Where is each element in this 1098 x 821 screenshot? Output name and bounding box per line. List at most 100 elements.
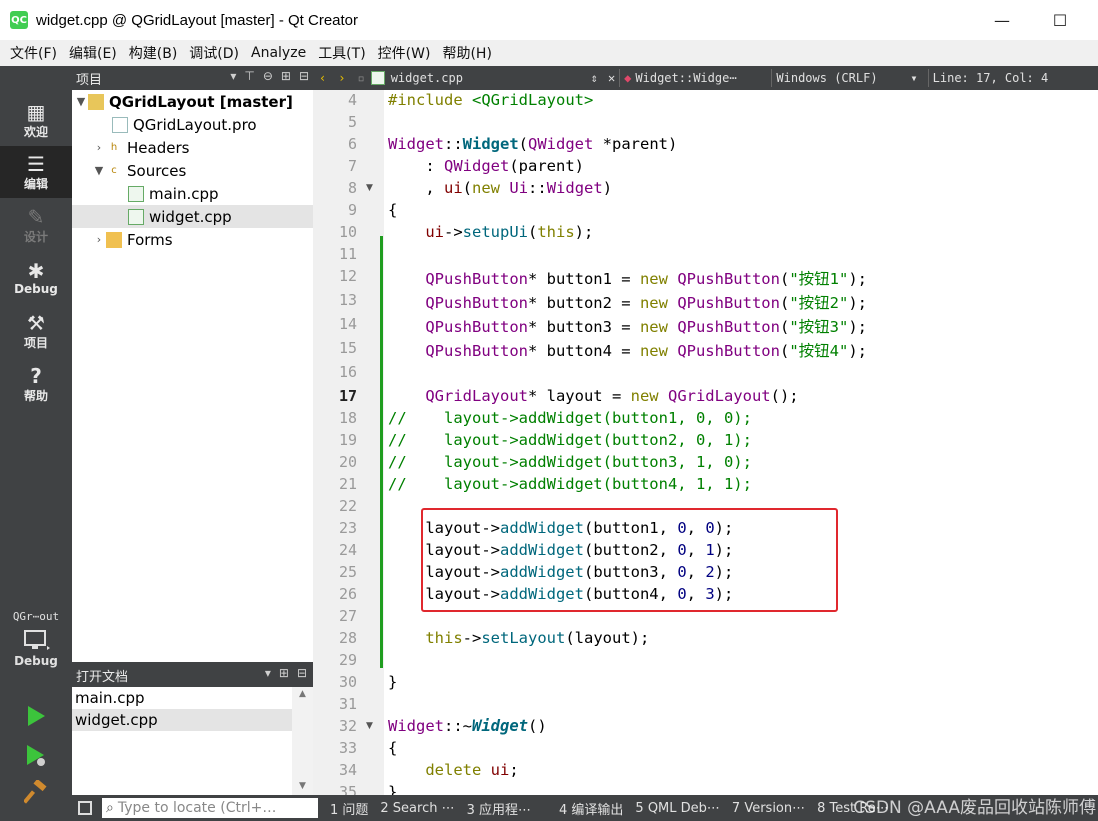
menu-debug[interactable]: 调试(D) bbox=[183, 43, 245, 63]
code-line[interactable]: // layout->addWidget(button4, 1, 1); bbox=[388, 475, 752, 493]
run-button[interactable] bbox=[22, 702, 50, 730]
dropdown-arrow-icon[interactable]: ▾ bbox=[265, 666, 271, 680]
code-line[interactable]: // layout->addWidget(button1, 0, 0); bbox=[388, 409, 752, 427]
output-tab-version-control[interactable]: 7 Version⋯ bbox=[732, 801, 805, 816]
code-line[interactable]: delete ui; bbox=[388, 761, 518, 779]
scroll-up-icon[interactable]: ▲ bbox=[292, 689, 313, 699]
symbol-selector[interactable]: Widget::Widge⋯ bbox=[635, 71, 767, 85]
menu-edit[interactable]: 编辑(E) bbox=[63, 43, 123, 63]
line-number: 22 bbox=[338, 497, 357, 515]
line-number: 7 bbox=[347, 157, 357, 175]
kit-selector[interactable]: Debug bbox=[0, 628, 72, 688]
chevron-down-icon[interactable]: ▼ bbox=[74, 95, 88, 108]
fold-marker-icon[interactable]: ▼ bbox=[366, 721, 373, 731]
code-line[interactable]: : QWidget(parent) bbox=[388, 157, 584, 175]
tree-item-main-cpp[interactable]: main.cpp bbox=[72, 182, 313, 205]
tree-item-project[interactable]: ▼ QGridLayout [master] bbox=[72, 90, 313, 113]
code-line[interactable]: QPushButton* button4 = new QPushButton("… bbox=[388, 339, 867, 361]
source-folder-icon: c bbox=[111, 165, 117, 176]
line-number: 23 bbox=[338, 519, 357, 537]
code-line[interactable]: QPushButton* button2 = new QPushButton("… bbox=[388, 291, 867, 313]
qt-creator-logo-icon: QC bbox=[10, 11, 28, 29]
menu-analyze[interactable]: Analyze bbox=[245, 45, 312, 61]
mode-edit[interactable]: ☰ 编辑 bbox=[0, 146, 72, 198]
filter-icon[interactable]: ⊤ bbox=[244, 69, 254, 83]
code-line[interactable]: QPushButton* button1 = new QPushButton("… bbox=[388, 267, 867, 289]
tree-item-widget-cpp[interactable]: widget.cpp bbox=[72, 205, 313, 228]
line-number: 32 bbox=[338, 717, 357, 735]
code-editor[interactable]: #include <QGridLayout>Widget::Widget(QWi… bbox=[384, 90, 1098, 795]
output-tab-issues[interactable]: 1 问题 bbox=[330, 799, 368, 818]
code-line[interactable]: #include <QGridLayout> bbox=[388, 91, 593, 109]
tree-item-sources[interactable]: ▼ c Sources bbox=[72, 159, 313, 182]
window-title: widget.cpp @ QGridLayout [master] - Qt C… bbox=[36, 11, 359, 29]
toggle-sidebar-icon[interactable] bbox=[78, 801, 92, 815]
menu-help[interactable]: 帮助(H) bbox=[436, 43, 497, 63]
chevron-down-icon[interactable]: ▾ bbox=[910, 71, 917, 85]
mode-design[interactable]: ✎ 设计 bbox=[0, 199, 72, 251]
output-tab-app-output[interactable]: 3 应用程⋯ bbox=[467, 799, 531, 818]
chevron-right-icon[interactable]: › bbox=[92, 141, 106, 154]
tree-item-pro-file[interactable]: QGridLayout.pro bbox=[72, 113, 313, 136]
encoding-selector[interactable]: Windows (CRLF) bbox=[776, 71, 910, 85]
debug-run-button[interactable] bbox=[22, 742, 50, 770]
output-tab-qml-debug[interactable]: 5 QML Deb⋯ bbox=[635, 801, 720, 816]
open-doc-widget-cpp[interactable]: widget.cpp bbox=[72, 709, 292, 731]
line-number: 34 bbox=[338, 761, 357, 779]
code-line[interactable]: ui->setupUi(this); bbox=[388, 223, 593, 241]
line-number: 13 bbox=[338, 291, 357, 309]
open-doc-main-cpp[interactable]: main.cpp bbox=[72, 687, 292, 709]
code-line[interactable]: Widget::~Widget() bbox=[388, 717, 547, 735]
forms-folder-icon bbox=[106, 231, 122, 248]
code-line[interactable]: { bbox=[388, 201, 397, 219]
code-line[interactable]: QGridLayout* layout = new QGridLayout(); bbox=[388, 387, 798, 405]
code-line[interactable]: // layout->addWidget(button3, 1, 0); bbox=[388, 453, 752, 471]
tree-item-headers[interactable]: › h Headers bbox=[72, 136, 313, 159]
build-button[interactable] bbox=[22, 778, 50, 806]
forward-arrow-icon[interactable]: › bbox=[338, 71, 345, 85]
chevron-right-icon[interactable]: › bbox=[92, 233, 106, 246]
minimize-button[interactable]: — bbox=[990, 8, 1014, 32]
code-line[interactable]: } bbox=[388, 673, 397, 691]
line-number: 19 bbox=[338, 431, 357, 449]
cpp-file-icon bbox=[370, 71, 385, 85]
close-panel-icon[interactable]: ⊟ bbox=[299, 69, 309, 83]
close-file-icon[interactable]: ✕ bbox=[608, 71, 615, 85]
code-line[interactable]: } bbox=[388, 783, 397, 795]
scroll-down-icon[interactable]: ▼ bbox=[292, 781, 313, 791]
open-documents-scrollbar[interactable]: ▲ ▼ bbox=[292, 687, 313, 795]
menu-file[interactable]: 文件(F) bbox=[4, 43, 63, 63]
close-panel-icon[interactable]: ⊟ bbox=[297, 666, 307, 680]
code-line[interactable]: // layout->addWidget(button2, 0, 1); bbox=[388, 431, 752, 449]
code-line[interactable]: this->setLayout(layout); bbox=[388, 629, 649, 647]
mode-debug[interactable]: ✱ Debug bbox=[0, 252, 72, 304]
locator-input[interactable]: ⌕ Type to locate (Ctrl+… bbox=[102, 798, 318, 818]
maximize-button[interactable]: ☐ bbox=[1048, 8, 1072, 32]
highlight-annotation-box bbox=[421, 508, 838, 612]
menu-widgets[interactable]: 控件(W) bbox=[372, 43, 437, 63]
mode-welcome[interactable]: ▦ 欢迎 bbox=[0, 94, 72, 146]
code-line[interactable]: , ui(new Ui::Widget) bbox=[388, 179, 612, 197]
open-documents-header: 打开文档 ▾ ⊞ ⊟ bbox=[72, 663, 313, 687]
project-folder-icon bbox=[88, 93, 104, 110]
link-icon[interactable]: ⊖ bbox=[263, 69, 273, 83]
file-dropdown-icon[interactable]: ⇕ bbox=[591, 71, 598, 85]
menu-build[interactable]: 构建(B) bbox=[123, 43, 184, 63]
output-tab-search[interactable]: 2 Search ⋯ bbox=[380, 801, 454, 816]
output-tab-compile[interactable]: 4 编译输出 bbox=[559, 799, 623, 818]
bug-icon: ✱ bbox=[27, 259, 45, 283]
code-line[interactable]: QPushButton* button3 = new QPushButton("… bbox=[388, 315, 867, 337]
chevron-down-icon[interactable]: ▼ bbox=[92, 164, 106, 177]
mode-projects[interactable]: ⚒ 项目 bbox=[0, 305, 72, 357]
code-line[interactable]: Widget::Widget(QWidget *parent) bbox=[388, 135, 677, 153]
menu-tools[interactable]: 工具(T) bbox=[312, 43, 371, 63]
split-icon[interactable]: ⊞ bbox=[279, 666, 289, 680]
current-file[interactable]: widget.cpp bbox=[391, 71, 591, 85]
split-icon[interactable]: ⊞ bbox=[281, 69, 291, 83]
code-line[interactable]: { bbox=[388, 739, 397, 757]
dropdown-arrow-icon[interactable]: ▾ bbox=[230, 69, 236, 83]
tree-item-forms[interactable]: › Forms bbox=[72, 228, 313, 251]
back-arrow-icon[interactable]: ‹ bbox=[319, 71, 326, 85]
mode-help[interactable]: ? 帮助 bbox=[0, 358, 72, 410]
fold-marker-icon[interactable]: ▼ bbox=[366, 183, 373, 193]
